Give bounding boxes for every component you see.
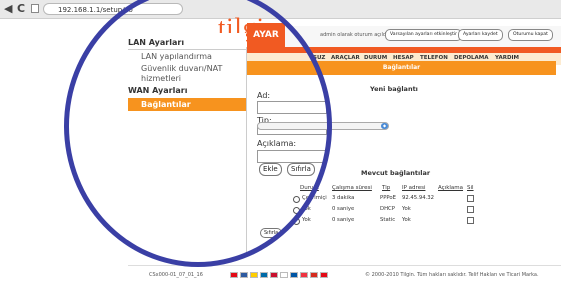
login-status: admin olarak oturum açıldı: [320, 32, 388, 38]
copyright-text: © 2000-2010 Tilgin. Tüm hakları saklıdır…: [365, 272, 539, 278]
col-uptime: Çalışma süresi: [332, 185, 372, 191]
existing-connections-heading: Mevcut bağlantılar: [361, 169, 431, 177]
language-flag-icon[interactable]: [270, 272, 278, 278]
back-icon[interactable]: ◀: [4, 3, 12, 15]
sidebar-item-firewall[interactable]: Güvenlik duvarı/NAT: [141, 64, 222, 73]
language-flag-icon[interactable]: [260, 272, 268, 278]
row-type: PPPoE: [380, 195, 396, 201]
col-type: Tip: [382, 185, 391, 191]
sidebar-heading-wan: WAN Ayarları: [128, 86, 188, 95]
browser-toolbar: ◀ C 192.168.1.1/setup/co: [0, 0, 561, 19]
row-delete-checkbox[interactable]: [467, 206, 474, 213]
row-uptime: 0 saniye: [332, 217, 355, 223]
reset-button[interactable]: Sıfırla: [287, 163, 315, 176]
language-flag-icon[interactable]: [320, 272, 328, 278]
sidebar-item-connections[interactable]: Bağlantılar: [141, 100, 191, 109]
language-flag-icon[interactable]: [250, 272, 258, 278]
row-type: DHCP: [380, 206, 395, 212]
row-select-radio[interactable]: [293, 196, 300, 203]
row-delete-checkbox[interactable]: [467, 195, 474, 202]
col-status: Durum: [300, 185, 319, 191]
row-status: Yok: [302, 217, 311, 223]
select-arrow-icon: ◆: [381, 123, 388, 129]
tab-ayar[interactable]: AYAR: [247, 23, 285, 47]
sidebar-heading-lan: LAN Ayarları: [128, 38, 185, 47]
row-ip: Yok: [402, 217, 411, 223]
col-delete: Sil: [467, 185, 474, 191]
save-settings-button[interactable]: Ayarları kaydet: [458, 29, 503, 41]
row-status: Çevrimiçi: [302, 195, 327, 201]
row-uptime: 3 dakika: [332, 195, 355, 201]
row-ip: Yok: [402, 206, 411, 212]
section-title-bar: Bağlantılar: [247, 61, 556, 75]
sidebar-divider: [128, 49, 246, 50]
row-ip: 92.45.94.32: [402, 195, 435, 201]
add-button[interactable]: Ekle: [259, 163, 282, 176]
language-flag-icon[interactable]: [230, 272, 238, 278]
row-status: Yok: [302, 206, 311, 212]
language-flag-icon[interactable]: [290, 272, 298, 278]
row-select-radio[interactable]: [293, 207, 300, 214]
language-flag-icon[interactable]: [280, 272, 288, 278]
address-bar[interactable]: 192.168.1.1/setup/co: [43, 3, 183, 15]
description-label: Açıklama:: [257, 139, 297, 148]
row-delete-checkbox[interactable]: [467, 217, 474, 224]
language-flag-icon[interactable]: [310, 272, 318, 278]
name-label: Ad:: [257, 91, 271, 100]
row-uptime: 0 saniye: [332, 206, 355, 212]
firmware-version: CSx000-01_07_01_16: [149, 272, 203, 278]
reload-icon[interactable]: C: [17, 3, 25, 15]
logout-button[interactable]: Oturumu kapat: [508, 29, 553, 41]
col-description: Açıklama: [438, 185, 464, 191]
sidebar-item-firewall-cont[interactable]: hizmetleri: [141, 74, 181, 83]
row-type: Static: [380, 217, 396, 223]
name-input[interactable]: [257, 101, 327, 114]
description-input[interactable]: [257, 150, 327, 163]
language-flag-icon[interactable]: [240, 272, 248, 278]
type-select[interactable]: ◆: [257, 122, 389, 130]
table-reset-button[interactable]: Sıfırla: [260, 228, 283, 238]
page-icon: [31, 4, 39, 13]
col-ip: IP adresi: [402, 185, 426, 191]
new-connection-heading: Yeni bağlantı: [370, 85, 418, 93]
factory-defaults-button[interactable]: Varsayılan ayarları etkinleştir: [385, 29, 463, 41]
content-divider: [246, 47, 247, 255]
router-page: tilgin AYAR admin olarak oturum açıldı V…: [0, 13, 561, 295]
footer-divider: [128, 265, 561, 266]
row-select-radio[interactable]: [293, 218, 300, 225]
language-flag-icon[interactable]: [300, 272, 308, 278]
sidebar-item-lan-config[interactable]: LAN yapılandırma: [141, 52, 212, 61]
